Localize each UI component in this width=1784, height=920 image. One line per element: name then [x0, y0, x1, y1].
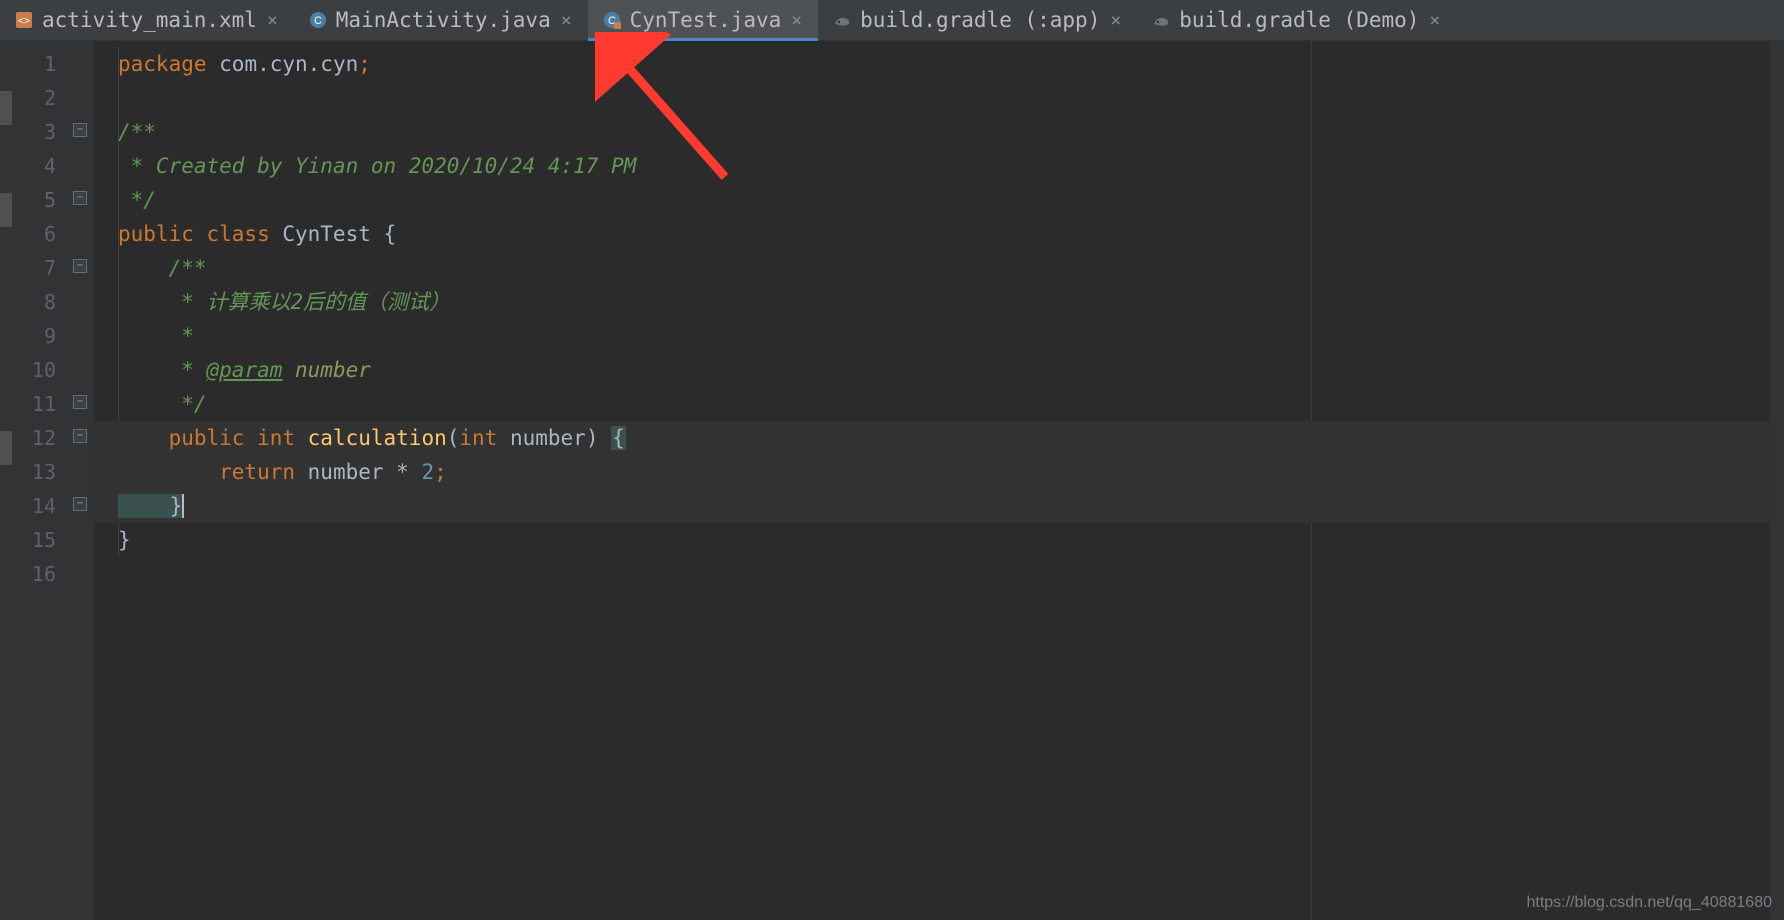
code-line: return number * 2; [94, 455, 1770, 489]
line-number[interactable]: 4 [12, 149, 70, 183]
close-icon[interactable]: × [1108, 10, 1123, 31]
line-number[interactable]: 15 [12, 523, 70, 557]
tab-bar: <> activity_main.xml × C MainActivity.ja… [0, 0, 1784, 41]
svg-text:<>: <> [18, 16, 30, 27]
watermark: https://blog.csdn.net/qq_40881680 [1526, 894, 1772, 912]
code-line: * [94, 319, 1770, 353]
tab-activity-main-xml[interactable]: <> activity_main.xml × [0, 0, 294, 40]
error-stripe[interactable] [1770, 41, 1784, 920]
code-line: * @param number [94, 353, 1770, 387]
tab-label: MainActivity.java [336, 8, 551, 32]
breakpoint-stripe[interactable] [0, 41, 12, 920]
code-line: * Created by Yinan on 2020/10/24 4:17 PM [94, 149, 1770, 183]
gradle-icon [832, 10, 852, 30]
line-number[interactable]: 16 [12, 557, 70, 591]
fold-toggle-icon[interactable]: − [73, 123, 87, 137]
code-line: } [94, 523, 1770, 557]
code-line: /** [94, 251, 1770, 285]
code-line: package com.cyn.cyn; [94, 47, 1770, 81]
java-class-icon: C [308, 10, 328, 30]
line-number[interactable]: 9 [12, 319, 70, 353]
folding-gutter[interactable]: − − − − − − [70, 41, 94, 920]
tab-label: build.gradle (Demo) [1179, 8, 1419, 32]
close-icon[interactable]: × [265, 10, 280, 31]
line-number[interactable]: 12 [12, 421, 70, 455]
tab-build-gradle-app[interactable]: build.gradle (:app) × [818, 0, 1137, 40]
lint-mark[interactable] [0, 91, 12, 125]
fold-toggle-icon[interactable]: − [73, 259, 87, 273]
code-line: */ [94, 387, 1770, 421]
lint-mark[interactable] [0, 431, 12, 465]
code-line [94, 81, 1770, 115]
svg-text:C: C [314, 15, 322, 27]
xml-file-icon: <> [14, 10, 34, 30]
line-number[interactable]: 7 [12, 251, 70, 285]
line-number[interactable]: 13 [12, 455, 70, 489]
line-number[interactable]: 5 [12, 183, 70, 217]
fold-end-icon[interactable]: − [73, 395, 87, 409]
line-number[interactable]: 3 [12, 115, 70, 149]
fold-end-icon[interactable]: − [73, 191, 87, 205]
fold-toggle-icon[interactable]: − [73, 429, 87, 443]
code-line: /** [94, 115, 1770, 149]
editor: 12345678910111213141516 − − − − − − pack… [0, 41, 1784, 920]
fold-end-icon[interactable]: − [73, 497, 87, 511]
tab-label: CynTest.java [630, 8, 782, 32]
code-line: * 计算乘以2后的值（测试） [94, 285, 1770, 319]
gradle-icon [1151, 10, 1171, 30]
line-number[interactable]: 11 [12, 387, 70, 421]
code-area[interactable]: package com.cyn.cyn; /** * Created by Yi… [94, 41, 1770, 920]
close-icon[interactable]: × [559, 10, 574, 31]
line-number[interactable]: 2 [12, 81, 70, 115]
line-number[interactable]: 6 [12, 217, 70, 251]
tab-label: build.gradle (:app) [860, 8, 1100, 32]
close-icon[interactable]: × [789, 10, 804, 31]
line-number[interactable]: 10 [12, 353, 70, 387]
tab-main-activity-java[interactable]: C MainActivity.java × [294, 0, 588, 40]
caret [182, 494, 184, 518]
code-line: } [94, 489, 1770, 523]
lint-mark[interactable] [0, 193, 12, 227]
close-icon[interactable]: × [1427, 10, 1442, 31]
code-line: public int calculation(int number) { [94, 421, 1770, 455]
java-class-lock-icon: C [602, 10, 622, 30]
code-line: */ [94, 183, 1770, 217]
line-number[interactable]: 8 [12, 285, 70, 319]
tab-cyn-test-java[interactable]: C CynTest.java × [588, 0, 819, 40]
code-line: public class CynTest { [94, 217, 1770, 251]
tab-label: activity_main.xml [42, 8, 257, 32]
tab-build-gradle-demo[interactable]: build.gradle (Demo) × [1137, 0, 1456, 40]
line-number-gutter[interactable]: 12345678910111213141516 [12, 41, 70, 920]
line-number[interactable]: 1 [12, 47, 70, 81]
line-number[interactable]: 14 [12, 489, 70, 523]
code-line [94, 557, 1770, 591]
